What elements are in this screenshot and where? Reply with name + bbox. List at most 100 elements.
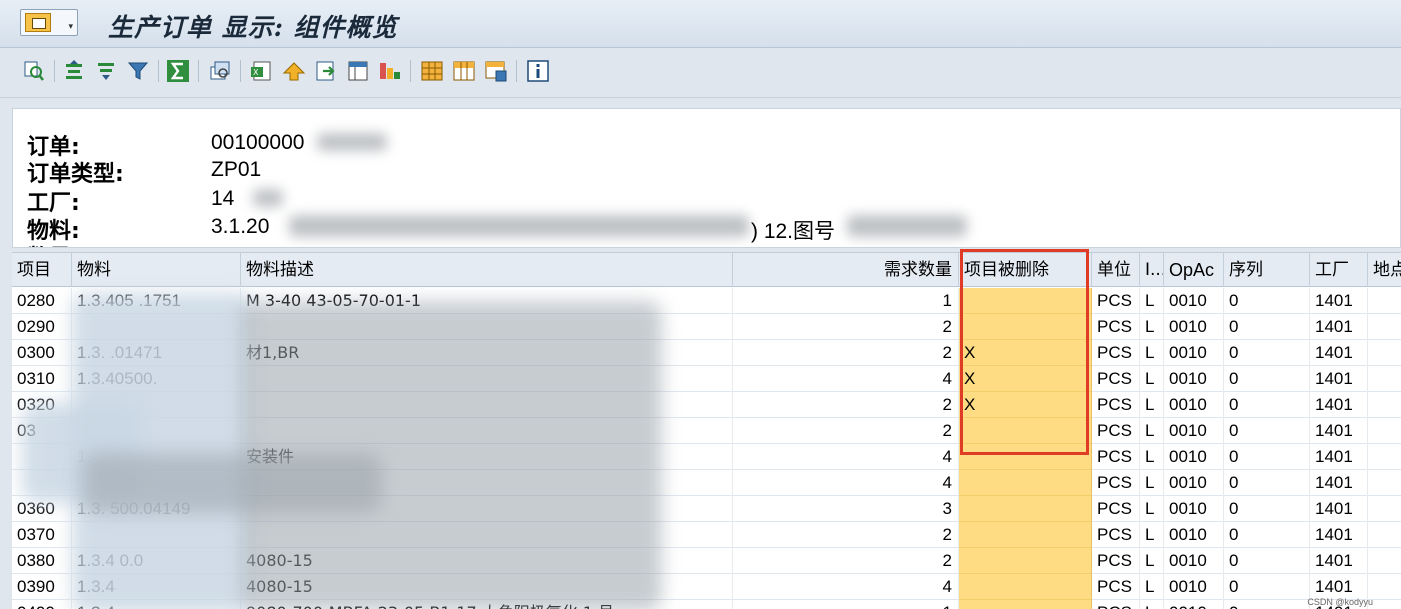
item-category-cell[interactable]: L (1140, 470, 1164, 496)
sequence-cell[interactable]: 0 (1224, 340, 1310, 366)
save-layout-icon[interactable] (484, 59, 508, 83)
quantity-cell[interactable]: 2 (733, 548, 959, 574)
location-cell[interactable] (1368, 522, 1401, 548)
sequence-cell[interactable]: 0 (1224, 366, 1310, 392)
print-preview-icon[interactable] (208, 59, 232, 83)
item-category-cell[interactable]: L (1140, 314, 1164, 340)
column-header-item-deleted[interactable]: 项目被删除 (959, 253, 1092, 287)
quantity-cell[interactable]: 1 (733, 600, 959, 609)
detail-icon[interactable] (22, 59, 46, 83)
sequence-cell[interactable]: 0 (1224, 418, 1310, 444)
quantity-cell[interactable]: 2 (733, 418, 959, 444)
layout-icon[interactable] (346, 59, 370, 83)
sequence-cell[interactable]: 0 (1224, 288, 1310, 314)
operation-cell[interactable]: 0010 (1164, 366, 1224, 392)
unit-cell[interactable]: PCS (1092, 496, 1140, 522)
item-category-cell[interactable]: L (1140, 600, 1164, 609)
location-cell[interactable] (1368, 496, 1401, 522)
unit-cell[interactable]: PCS (1092, 418, 1140, 444)
sum-icon[interactable] (166, 59, 190, 83)
column-header-material[interactable]: 物料 (72, 253, 241, 287)
plant-cell[interactable]: 1401 (1310, 392, 1368, 418)
item-cell[interactable]: 0300 (12, 340, 72, 366)
operation-cell[interactable]: 0010 (1164, 288, 1224, 314)
operation-cell[interactable]: 0010 (1164, 444, 1224, 470)
plant-cell[interactable]: 1401 (1310, 366, 1368, 392)
plant-cell[interactable]: 1401 (1310, 314, 1368, 340)
operation-cell[interactable]: 0010 (1164, 574, 1224, 600)
sequence-cell[interactable]: 0 (1224, 392, 1310, 418)
deleted-flag-cell[interactable] (959, 288, 1092, 314)
column-header-unit[interactable]: 单位 (1092, 253, 1140, 287)
item-category-cell[interactable]: L (1140, 548, 1164, 574)
column-header-location[interactable]: 地点 (1368, 253, 1401, 287)
operation-cell[interactable]: 0010 (1164, 600, 1224, 609)
abc-analysis-icon[interactable] (378, 59, 402, 83)
location-cell[interactable] (1368, 366, 1401, 392)
quantity-cell[interactable]: 3 (733, 496, 959, 522)
item-category-cell[interactable]: L (1140, 288, 1164, 314)
plant-cell[interactable]: 1401 (1310, 470, 1368, 496)
item-cell[interactable]: 0290 (12, 314, 72, 340)
deleted-flag-cell[interactable]: X (959, 392, 1092, 418)
filter-icon[interactable] (126, 59, 150, 83)
sequence-cell[interactable]: 0 (1224, 548, 1310, 574)
location-cell[interactable] (1368, 418, 1401, 444)
column-header-item-category[interactable]: I... (1140, 253, 1164, 287)
plant-cell[interactable]: 1401 (1310, 548, 1368, 574)
item-category-cell[interactable]: L (1140, 366, 1164, 392)
column-header-material-description[interactable]: 物料描述 (241, 253, 733, 287)
plant-cell[interactable]: 1401 (1310, 418, 1368, 444)
unit-cell[interactable]: PCS (1092, 288, 1140, 314)
quantity-cell[interactable]: 2 (733, 340, 959, 366)
operation-cell[interactable]: 0010 (1164, 340, 1224, 366)
unit-cell[interactable]: PCS (1092, 340, 1140, 366)
operation-cell[interactable]: 0010 (1164, 470, 1224, 496)
item-cell[interactable]: 0280 (12, 288, 72, 314)
change-layout-icon[interactable] (452, 59, 476, 83)
item-category-cell[interactable]: L (1140, 418, 1164, 444)
item-cell[interactable]: 0370 (12, 522, 72, 548)
quantity-cell[interactable]: 1 (733, 288, 959, 314)
quantity-cell[interactable]: 4 (733, 574, 959, 600)
column-header-operation[interactable]: OpAc (1164, 253, 1224, 287)
quantity-cell[interactable]: 2 (733, 522, 959, 548)
send-icon[interactable] (282, 59, 306, 83)
unit-cell[interactable]: PCS (1092, 314, 1140, 340)
operation-cell[interactable]: 0010 (1164, 314, 1224, 340)
item-cell[interactable]: 0380 (12, 548, 72, 574)
operation-cell[interactable]: 0010 (1164, 392, 1224, 418)
export-icon[interactable] (314, 59, 338, 83)
deleted-flag-cell[interactable] (959, 314, 1092, 340)
item-category-cell[interactable]: L (1140, 392, 1164, 418)
column-header-required-quantity[interactable]: 需求数量 (733, 253, 959, 287)
sequence-cell[interactable]: 0 (1224, 496, 1310, 522)
deleted-flag-cell[interactable] (959, 574, 1092, 600)
unit-cell[interactable]: PCS (1092, 522, 1140, 548)
location-cell[interactable] (1368, 314, 1401, 340)
quantity-cell[interactable]: 2 (733, 392, 959, 418)
deleted-flag-cell[interactable]: X (959, 366, 1092, 392)
deleted-flag-cell[interactable] (959, 444, 1092, 470)
info-icon[interactable] (526, 59, 550, 83)
system-menu-button[interactable]: ▾ (20, 9, 78, 36)
sort-ascending-icon[interactable] (62, 59, 86, 83)
column-header-item[interactable]: 项目 (12, 253, 72, 287)
sequence-cell[interactable]: 0 (1224, 574, 1310, 600)
choose-layout-icon[interactable] (420, 59, 444, 83)
unit-cell[interactable]: PCS (1092, 366, 1140, 392)
location-cell[interactable] (1368, 288, 1401, 314)
plant-cell[interactable]: 1401 (1310, 444, 1368, 470)
deleted-flag-cell[interactable] (959, 470, 1092, 496)
sequence-cell[interactable]: 0 (1224, 522, 1310, 548)
item-cell[interactable]: 0400 (12, 600, 72, 609)
item-cell[interactable]: 0310 (12, 366, 72, 392)
plant-cell[interactable]: 1401 (1310, 288, 1368, 314)
quantity-cell[interactable]: 4 (733, 366, 959, 392)
quantity-cell[interactable]: 4 (733, 444, 959, 470)
deleted-flag-cell[interactable] (959, 600, 1092, 609)
item-category-cell[interactable]: L (1140, 522, 1164, 548)
location-cell[interactable] (1368, 470, 1401, 496)
unit-cell[interactable]: PCS (1092, 392, 1140, 418)
item-cell[interactable]: 0390 (12, 574, 72, 600)
